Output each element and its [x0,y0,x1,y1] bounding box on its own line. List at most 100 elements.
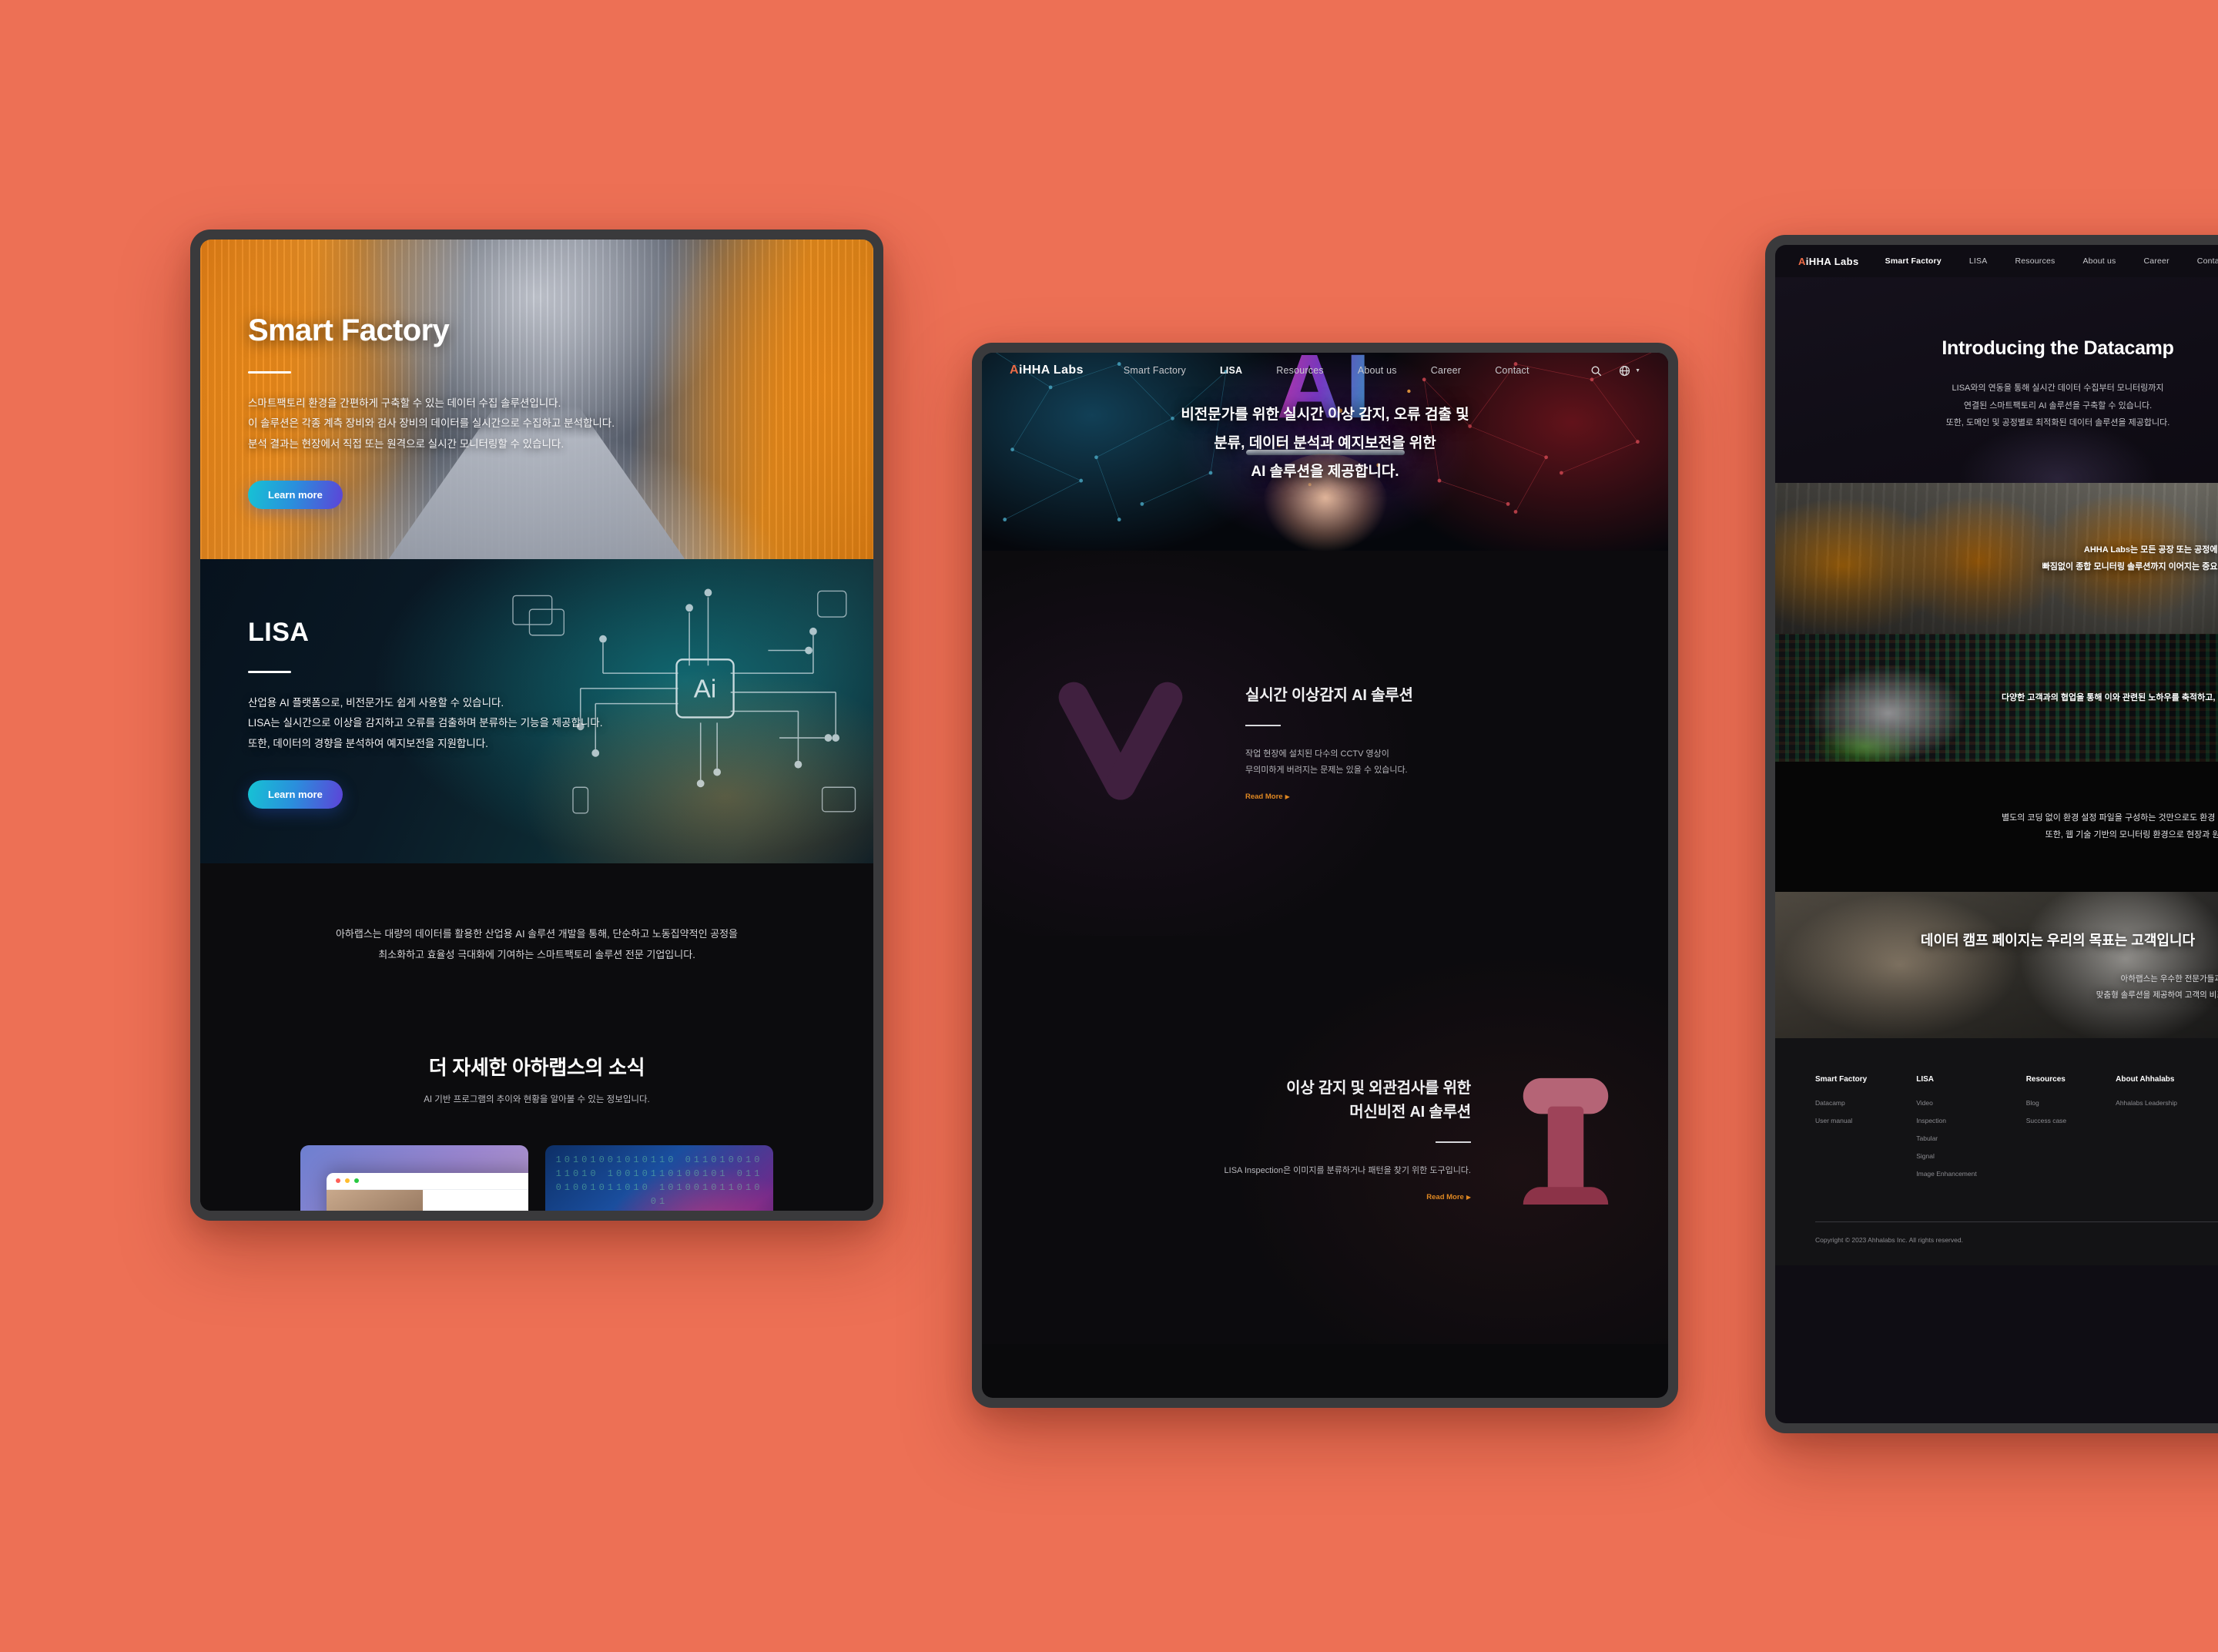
footer-link[interactable]: User manual [1815,1117,1867,1124]
device-frame-center: AiHHA Labs Smart Factory LISA Resources … [972,343,1678,1408]
i-shape-glyph [1517,1074,1614,1221]
learn-more-button-smart-factory[interactable]: Learn more [248,480,343,509]
footer-column-resources: Resources Blog Success case [2026,1075,2066,1188]
brand-logo[interactable]: AiHHA Labs [1010,364,1084,377]
footer-link[interactable]: Tabular [1916,1134,1976,1142]
footer-heading: Smart Factory [1815,1074,1868,1084]
meeting-body: 아하랩스는 우수한 전문가들과 함께 최신 기술을 활용하여 맞춤형 솔루션을 … [1803,971,2218,1004]
browser-mockup: AI 산업의 발전과 전망 [327,1172,528,1211]
device-frame-right: AiHHA Labs Smart Factory LISA Resources … [1765,235,2218,1433]
navbar-right: AiHHA Labs Smart Factory LISA Resources … [1775,245,2218,277]
section-body-line-1: 작업 현장에 설치된 다수의 CCTV 영상이 [1245,749,1389,759]
logo-accent-mark: A [1010,364,1019,377]
window-minimize-dot [345,1178,350,1184]
nav-item-smart-factory[interactable]: Smart Factory [1124,365,1186,376]
hero-body-line-1: 스마트팩토리 환경을 간편하게 구축할 수 있는 데이터 수집 솔루션입니다. [248,397,561,409]
section-heading-line-2: 머신비전 AI 솔루션 [1349,1103,1471,1121]
read-more-label: Read More [1426,1193,1464,1202]
footer-link[interactable]: Image Enhancement [1916,1170,1976,1178]
hero-body-line-2: 이 솔루션은 각종 계측 장비와 검사 장비의 데이터를 실시간으로 수집하고 … [248,417,615,430]
right-plain-block: 별도의 코딩 없이 환경 설정 파일을 구성하는 것만으로도 환경 구축을 완료… [1775,761,2218,892]
section-divider [1436,1141,1471,1143]
device-frame-left: Smart Factory 스마트팩토리 환경을 간편하게 구축할 수 있는 데… [190,230,883,1221]
footer-link[interactable]: Datacamp [1815,1099,1867,1107]
screen-right: AiHHA Labs Smart Factory LISA Resources … [1775,245,2218,1423]
copyright-text: Copyright © 2023 Ahhalabs Inc. All right… [1815,1235,1963,1244]
logo-text: iHHA Labs [1805,255,1859,267]
center-section-1-text: 실시간 이상감지 AI 솔루션 작업 현장에 설치된 다수의 CCTV 영상이 … [1196,684,1614,803]
section-body-line-2: 무의미하게 버려지는 문제는 있을 수 있습니다. [1245,766,1408,775]
nav-item-resources[interactable]: Resources [2015,256,2055,266]
meeting-heading: 데이터 캠프 페이지는 우리의 목표는 고객입니다 [1920,932,2196,948]
screen-left: Smart Factory 스마트팩토리 환경을 간편하게 구축할 수 있는 데… [200,240,873,1211]
nav-item-smart-factory[interactable]: Smart Factory [1885,256,1942,266]
center-section-machine-vision: 이상 감지 및 외관검사를 위한 머신비전 AI 솔루션 LISA Inspec… [982,936,1668,1344]
navbar-center: AiHHA Labs Smart Factory LISA Resources … [982,353,1668,388]
left-section-lisa: Ai LISA 산업용 AI 플랫폼으로, 비전문가도 쉽게 사용할 수 있습니… [200,559,873,863]
nav-item-contact[interactable]: Contact [2197,256,2218,266]
robots-band-text: AHHA Labs는 모든 공장 또는 공정에서 검사 데이터가 끊김 없이 빠… [2015,541,2218,575]
footer-link[interactable]: Success case [2026,1117,2066,1124]
datacamp-title: Introducing the Datacamp [1942,337,2174,359]
hero-body: 스마트팩토리 환경을 간편하게 구축할 수 있는 데이터 수집 솔루션입니다. … [248,394,873,454]
center-hero-line-3: AI 솔루션을 제공합니다. [1251,464,1399,481]
read-more-link[interactable]: Read More ▶ [1245,792,1290,801]
learn-more-button-lisa[interactable]: Learn more [248,779,343,809]
footer-column-about: About Ahhalabs Ahhalabs Leadership [2116,1075,2177,1188]
center-section-2-text: 이상 감지 및 외관검사를 위한 머신비전 AI 솔루션 LISA Inspec… [1036,1077,1517,1203]
news-card[interactable] [545,1144,773,1211]
nav-item-about-us[interactable]: About us [1358,365,1397,376]
nav-links: Smart Factory LISA Resources About us Ca… [1885,256,2218,266]
footer-link[interactable]: Inspection [1916,1117,1976,1124]
robots-band-line-2: 빠짐없이 종합 모니터링 솔루션까지 이어지는 중요성을 잘 이해하고 있습니다… [2042,561,2218,571]
news-title: 더 자세한 아하랩스의 소식 [428,1055,645,1079]
footer-columns: Smart Factory Datacamp User manual LISA … [1815,1075,2218,1188]
center-body: 실시간 이상감지 AI 솔루션 작업 현장에 설치된 다수의 CCTV 영상이 … [982,551,1668,1344]
datacamp-sub-line-2: 연결된 스마트팩토리 AI 솔루션을 구축할 수 있습니다. [1963,400,2153,410]
footer-link[interactable]: Video [1916,1099,1976,1107]
chevron-down-icon[interactable]: ▼ [1635,368,1640,374]
nav-item-resources[interactable]: Resources [1276,365,1324,376]
left-section-about: 아하랩스는 대량의 데이터를 활용한 산업용 AI 솔루션 개발을 통해, 단순… [200,863,873,966]
right-hero-datacamp: Introducing the Datacamp LISA와의 연동을 통해 실… [1775,277,2218,483]
nav-item-lisa[interactable]: LISA [1969,256,1988,266]
footer-link[interactable]: Ahhalabs Leadership [2116,1099,2177,1107]
robots-band-brand: AHHA Labs [2083,545,2131,555]
read-more-link[interactable]: Read More ▶ [1426,1193,1471,1201]
footer-link[interactable]: Blog [2026,1099,2066,1107]
hero-title: Smart Factory [248,313,450,347]
v-shape-glyph [1045,670,1196,816]
news-card[interactable]: AI 산업의 발전과 전망 [300,1144,528,1211]
play-triangle-icon: ▶ [1285,793,1290,801]
site-footer: Smart Factory Datacamp User manual LISA … [1775,1037,2218,1265]
section-divider [1245,724,1281,726]
plain-line-2: 또한, 웹 기술 기반의 모니터링 환경으로 현장과 원격 모니터링을 지원합니… [2045,830,2218,840]
worker-band-line-1: 다양한 고객과의 협업을 통해 이와 관련된 노하우를 축적하고, 더 나은 방… [2001,692,2218,702]
logo-accent-mark: A [1798,255,1806,267]
globe-icon[interactable] [1619,365,1630,377]
play-triangle-icon: ▶ [1466,1194,1471,1201]
brand-logo[interactable]: AiHHA Labs [1798,256,1859,267]
lisa-title: LISA [248,618,310,647]
browser-content: AI 산업의 발전과 전망 [327,1189,528,1211]
footer-heading: LISA [1916,1074,1935,1084]
datacamp-sub-line-3: 또한, 도메인 및 공정별로 최적화된 데이터 솔루션을 제공합니다. [1945,418,2170,428]
nav-item-career[interactable]: Career [2144,256,2169,266]
news-card-list: AI 산업의 발전과 전망 [200,1144,873,1211]
nav-item-about-us[interactable]: About us [2082,256,2116,266]
section-body-line-1: LISA Inspection은 이미지를 분류하거나 패턴을 찾기 위한 도구… [1224,1165,1471,1175]
lisa-body-line-3: 또한, 데이터의 경향을 분석하여 예지보전을 지원합니다. [248,737,488,749]
nav-links: Smart Factory LISA Resources About us Ca… [1124,365,1529,376]
nav-item-career[interactable]: Career [1431,365,1461,376]
meeting-band-text: 데이터 캠프 페이지는 우리의 목표는 고객입니다 아하랩스는 우수한 전문가들… [1775,927,2218,1004]
plain-line-1: 별도의 코딩 없이 환경 설정 파일을 구성하는 것만으로도 환경 구축을 완료… [2001,813,2218,823]
news-subtitle: AI 기반 프로그램의 추이와 현황을 알아볼 수 있는 정보입니다. [424,1094,650,1104]
screen-center: AiHHA Labs Smart Factory LISA Resources … [982,353,1668,1398]
nav-item-lisa[interactable]: LISA [1220,365,1242,376]
browser-titlebar [327,1173,528,1190]
search-icon[interactable] [1590,365,1602,377]
logo-text: iHHA Labs [1018,364,1084,377]
footer-link[interactable]: Signal [1916,1152,1976,1160]
nav-item-contact[interactable]: Contact [1495,365,1529,376]
footer-heading: Resources [2025,1074,2066,1084]
